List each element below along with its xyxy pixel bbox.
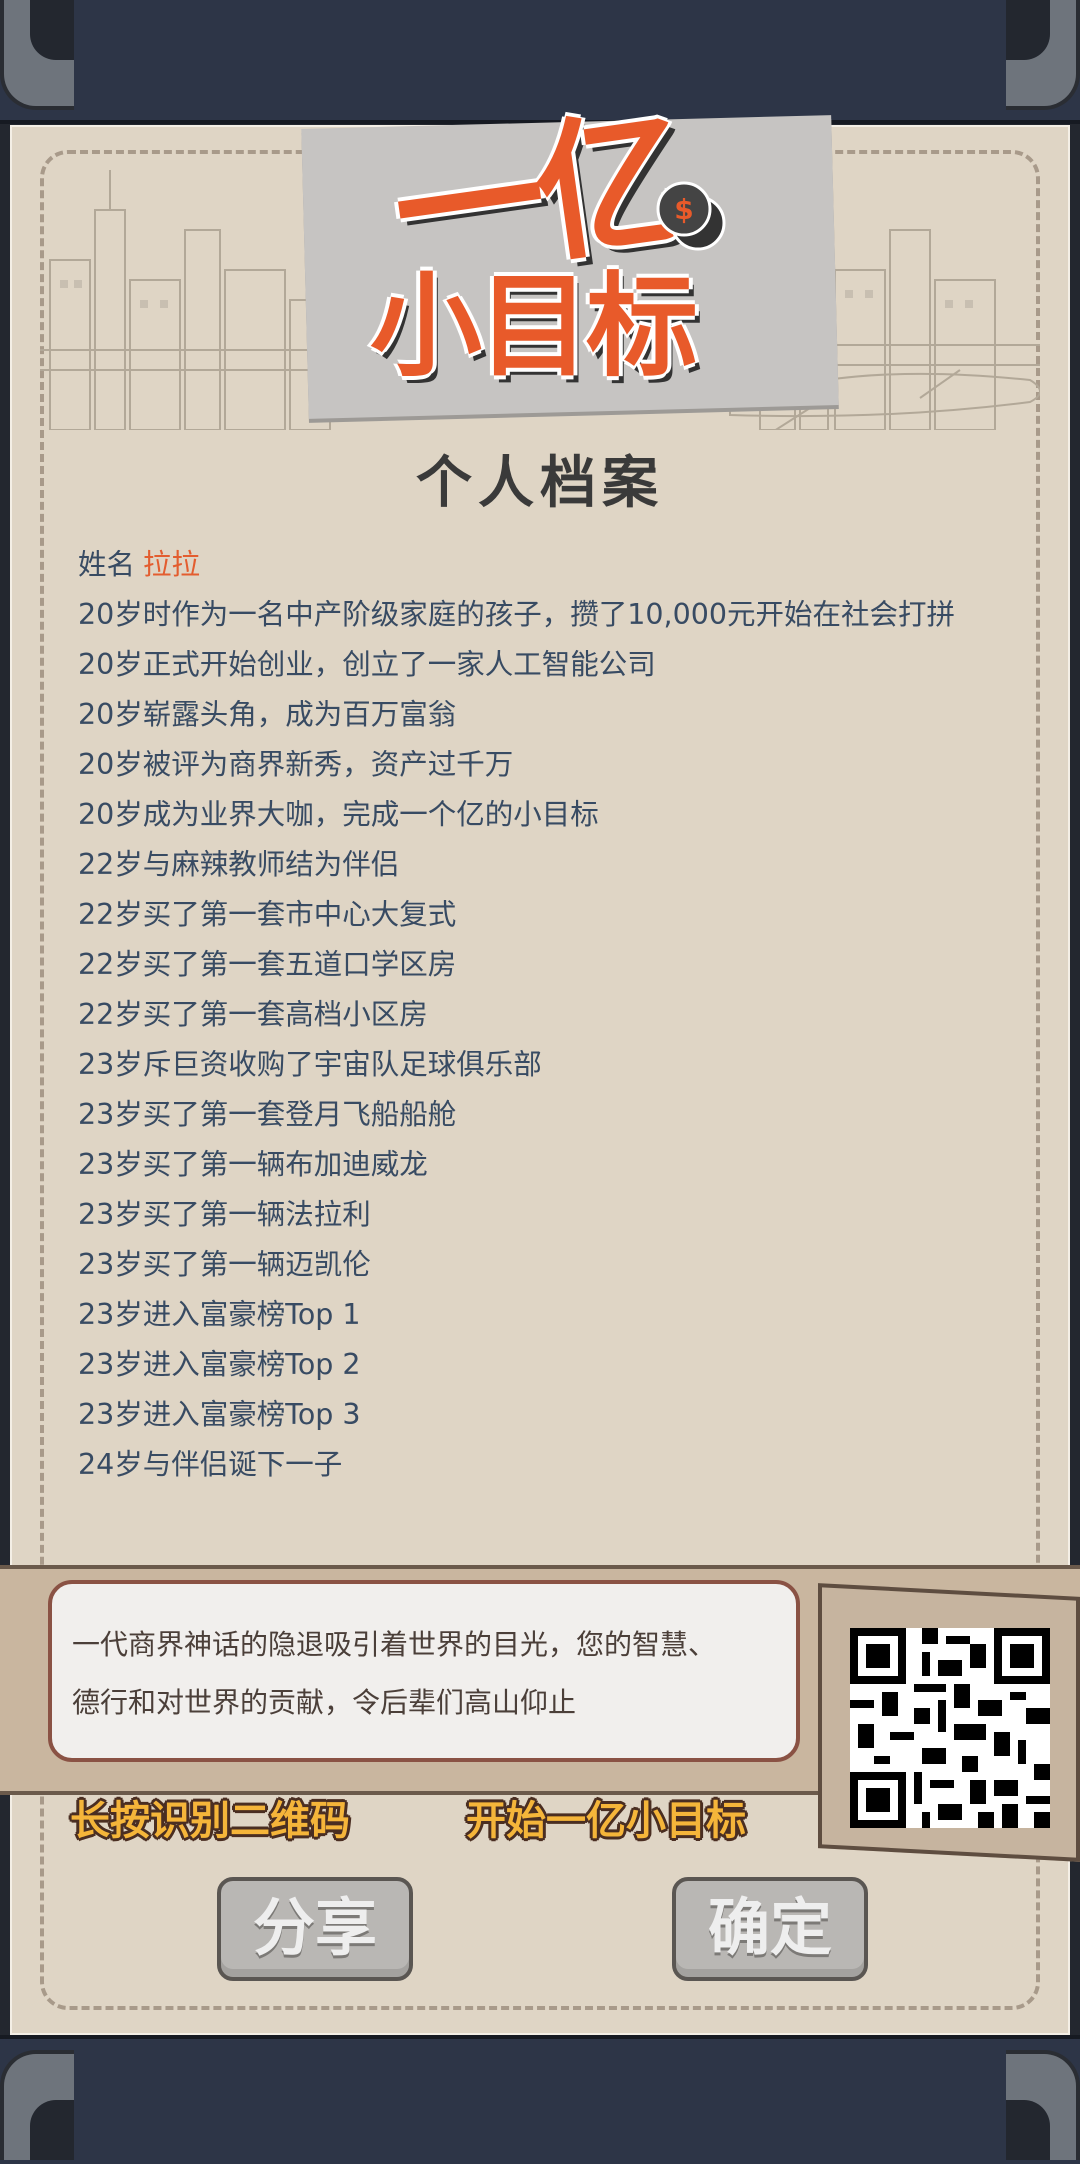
story-line: 24岁与伴侣诞下一子 — [78, 1448, 343, 1481]
qr-code-icon[interactable] — [850, 1628, 1050, 1828]
story-line: 23岁进入富豪榜Top 2 — [78, 1348, 361, 1381]
story-line: 23岁买了第一辆迈凯伦 — [78, 1248, 371, 1281]
summary-line: 一代商界神话的隐退吸引着世界的目光，您的智慧、 — [72, 1628, 717, 1661]
summary-line: 德行和对世界的贡献，令后辈们高山仰止 — [72, 1686, 577, 1719]
profile-story: 姓名 拉拉 20岁时作为一名中产阶级家庭的孩子，攒了10,000元开始在社会打拼 … — [78, 540, 1008, 1490]
summary-box: 一代商界神话的隐退吸引着世界的目光，您的智慧、 德行和对世界的贡献，令后辈们高山… — [48, 1580, 800, 1762]
story-line: 23岁买了第一套登月飞船船舱 — [78, 1098, 457, 1131]
frame-corner — [0, 0, 74, 110]
frame-corner — [0, 2050, 74, 2160]
story-line: 22岁与麻辣教师结为伴侣 — [78, 848, 400, 881]
story-line: 20岁成为业界大咖，完成一个亿的小目标 — [78, 798, 599, 831]
top-frame — [0, 0, 1080, 124]
story-line: 23岁进入富豪榜Top 3 — [78, 1398, 361, 1431]
name-row: 姓名 拉拉 — [78, 540, 1008, 590]
story-line: 20岁被评为商界新秀，资产过千万 — [78, 748, 514, 781]
coin-stack-icon: $ — [656, 181, 726, 251]
confirm-button[interactable]: 确定 — [672, 1877, 868, 1981]
bottom-frame — [0, 2035, 1080, 2164]
logo-title-line2: 小目标 — [370, 262, 698, 392]
share-button[interactable]: 分享 — [217, 1877, 413, 1981]
story-line: 20岁正式开始创业，创立了一家人工智能公司 — [78, 648, 656, 681]
scan-qr-caption: 长按识别二维码 — [70, 1798, 350, 1844]
page-title: 个人档案 — [416, 451, 664, 516]
story-line: 22岁买了第一套高档小区房 — [78, 998, 428, 1031]
story-line: 22岁买了第一套市中心大复式 — [78, 898, 457, 931]
frame-corner — [1006, 2050, 1080, 2160]
story-line: 23岁斥巨资收购了宇宙队足球俱乐部 — [78, 1048, 542, 1081]
name-value: 拉拉 — [143, 548, 201, 581]
start-game-caption: 开始一亿小目标 — [466, 1798, 746, 1844]
story-line: 23岁买了第一辆布加迪威龙 — [78, 1148, 428, 1181]
story-line: 23岁进入富豪榜Top 1 — [78, 1298, 361, 1331]
story-line: 20岁时作为一名中产阶级家庭的孩子，攒了10,000元开始在社会打拼 — [78, 598, 955, 631]
svg-text:$: $ — [674, 193, 693, 226]
story-line: 20岁崭露头角，成为百万富翁 — [78, 698, 457, 731]
name-label: 姓名 — [78, 548, 136, 581]
story-line: 23岁买了第一辆法拉利 — [78, 1198, 371, 1231]
story-line: 22岁买了第一套五道口学区房 — [78, 948, 457, 981]
frame-corner — [1006, 0, 1080, 110]
